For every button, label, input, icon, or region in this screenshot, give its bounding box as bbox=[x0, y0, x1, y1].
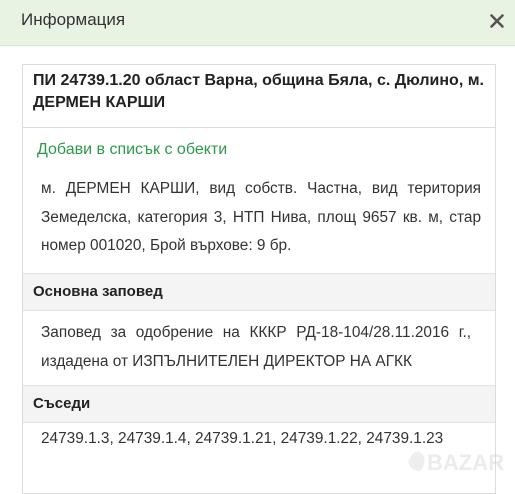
dialog-title: Информация bbox=[21, 10, 126, 29]
order-section-title: Основна заповед bbox=[33, 283, 163, 300]
bazar-watermark-logo: BAZAR bbox=[408, 450, 504, 475]
neighbors-section-title: Съседи bbox=[33, 395, 91, 412]
property-heading-block: ПИ 24739.1.20 област Варна, община Бяла,… bbox=[23, 65, 495, 128]
order-text: Заповед за одобрение на КККР РД-18-104/2… bbox=[41, 324, 471, 370]
dialog-header: Информация bbox=[0, 0, 515, 46]
close-button[interactable] bbox=[484, 8, 510, 34]
property-description: м. ДЕРМЕН КАРШИ, вид собств. Частна, вид… bbox=[41, 180, 481, 254]
add-to-list-link[interactable]: Добави в списък с обекти bbox=[37, 141, 227, 159]
close-icon bbox=[490, 14, 504, 28]
info-panel: ПИ 24739.1.20 област Варна, община Бяла,… bbox=[22, 64, 496, 494]
section-header-neighbors: Съседи bbox=[23, 385, 495, 423]
property-heading: ПИ 24739.1.20 област Варна, община Бяла,… bbox=[33, 72, 484, 111]
watermark-text: BAZAR bbox=[427, 450, 504, 475]
section-header-order: Основна заповед bbox=[23, 273, 495, 311]
